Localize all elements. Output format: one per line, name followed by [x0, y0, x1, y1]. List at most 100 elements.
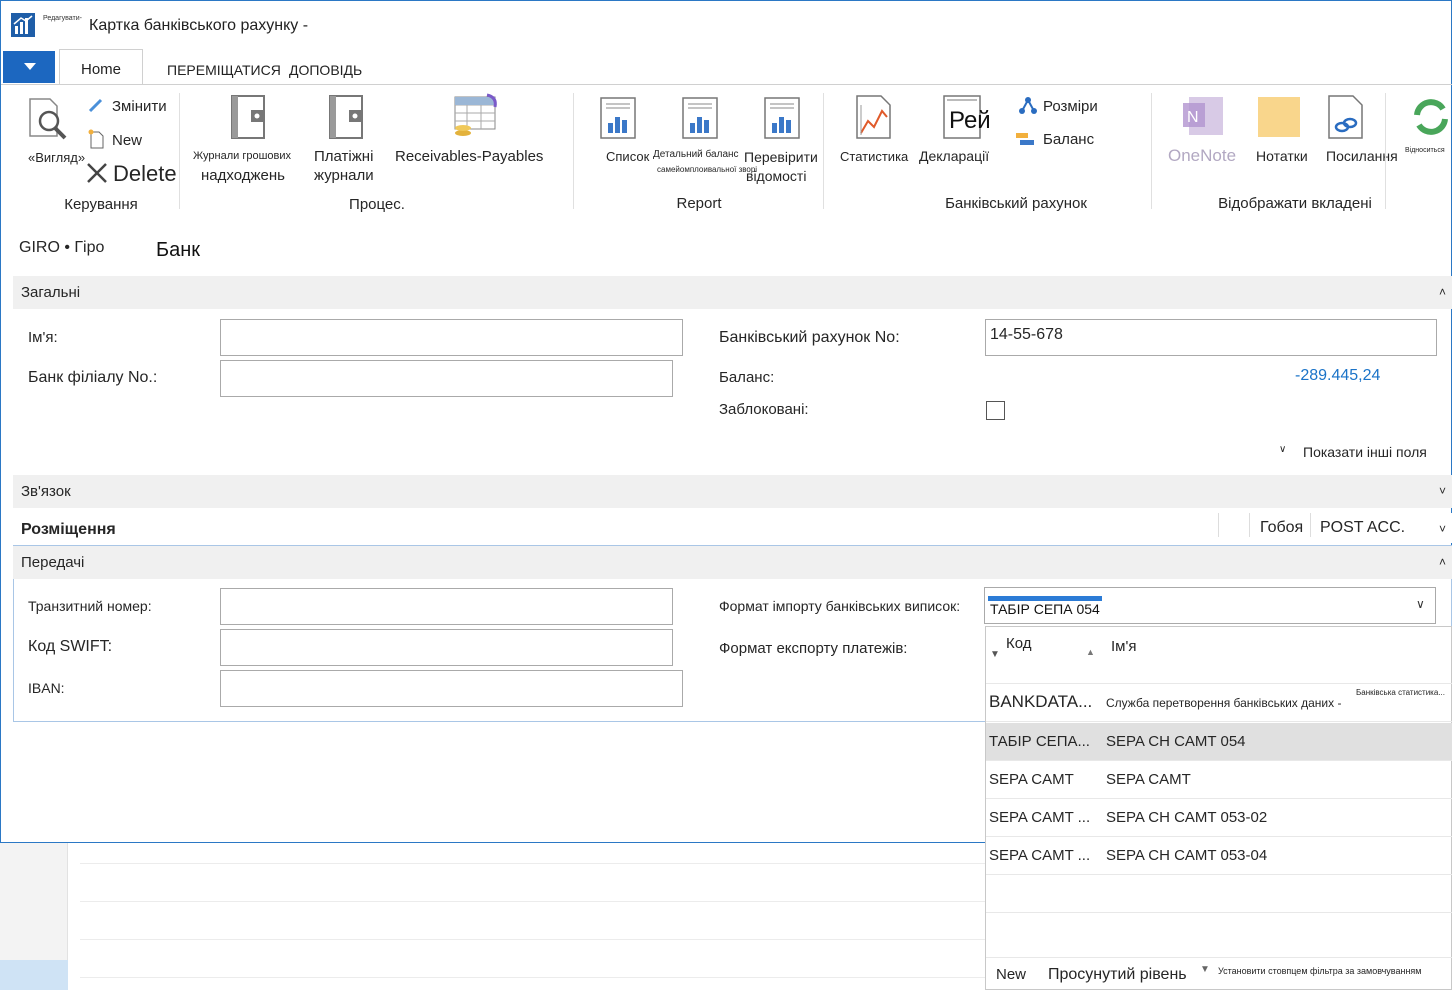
balance-icon	[1016, 131, 1040, 152]
ribbon-separator	[573, 93, 574, 209]
chevron-down-icon[interactable]: ˅	[1439, 513, 1446, 546]
swift-code-label: Код SWIFT:	[28, 638, 113, 655]
chevron-up-icon[interactable]: ˄	[1439, 276, 1446, 309]
section-communication-header[interactable]: Зв'язок ˅	[13, 475, 1452, 508]
dropdown-advanced-button[interactable]: Просунутий рівень	[1048, 966, 1187, 984]
tab-home[interactable]: Home	[59, 49, 143, 85]
section-general-title: Загальні	[21, 284, 81, 301]
refresh-button[interactable]: Відноситься	[1405, 147, 1445, 154]
balance-label: Баланс:	[719, 369, 775, 386]
check-statements-line1[interactable]: Перевірити	[744, 149, 818, 165]
detail-trial-balance-line2[interactable]: самейомплоивальної зворі	[657, 165, 757, 174]
balance-button[interactable]: Баланс	[1043, 131, 1094, 148]
tab-report[interactable]: ДОПОВІДЬ	[289, 62, 362, 78]
onenote-icon: N	[1181, 95, 1227, 144]
list-item[interactable]: SEPA CAMT SEPA CAMT	[986, 761, 1452, 799]
filter-icon: ▼	[1200, 964, 1210, 975]
posting-divider	[1310, 513, 1311, 537]
group-show-attached-label: Відображати вкладені	[1218, 195, 1372, 212]
new-button[interactable]: New	[112, 132, 142, 149]
record-code: GIRO • Гіро	[19, 239, 105, 256]
chevron-down-icon[interactable]: ∨	[1416, 597, 1425, 611]
filter-icon[interactable]: ▼	[990, 649, 1000, 660]
check-statements-line2[interactable]: відомості	[746, 168, 806, 184]
list-item-empty	[986, 913, 1452, 951]
receivables-payables-icon	[453, 93, 503, 146]
tab-navigate[interactable]: ПЕРЕМІЩАТИСЯ	[167, 62, 281, 78]
list-item-name: SEPA CH CAMT 053-02	[1106, 809, 1268, 826]
list-item-name: SEPA CH CAMT 054	[1106, 733, 1246, 750]
receivables-payables-button[interactable]: Receivables-Payables	[395, 148, 543, 165]
section-transfer-title: Передачі	[21, 554, 85, 571]
branch-no-label: Банк філіалу No.:	[28, 369, 158, 386]
section-posting-header[interactable]: Розміщення ˅	[13, 513, 1452, 543]
column-header-name[interactable]: Ім'я	[1111, 638, 1136, 655]
cash-receipt-journals-line2[interactable]: надходжень	[201, 167, 285, 184]
view-icon	[27, 97, 71, 146]
list-item[interactable]: BANKDATA... Служба перетворення банківсь…	[986, 684, 1452, 722]
swift-code-field[interactable]	[220, 629, 673, 666]
statements-button[interactable]: Декларації	[919, 148, 989, 164]
notes-button[interactable]: Нотатки	[1256, 148, 1308, 164]
blocked-checkbox[interactable]	[986, 401, 1005, 420]
cash-receipt-journal-icon	[229, 95, 269, 144]
detail-trial-balance-icon	[682, 97, 718, 144]
app-logo-icon	[11, 13, 35, 37]
onenote-button[interactable]: OneNote	[1168, 146, 1236, 166]
ribbon-divider	[1, 84, 1452, 85]
import-format-label: Формат імпорту банківських виписок:	[719, 598, 961, 614]
payment-journal-icon	[327, 95, 367, 144]
sort-ascending-icon[interactable]: ▲	[1086, 647, 1095, 657]
bank-account-no-field[interactable]: 14-55-678	[985, 319, 1437, 356]
ribbon-separator	[1385, 93, 1386, 209]
name-field[interactable]	[220, 319, 683, 356]
links-icon	[1328, 95, 1364, 144]
caret-down-icon	[24, 63, 36, 70]
section-posting-title: Розміщення	[21, 521, 116, 538]
list-item[interactable]: SEPA CAMT ... SEPA CH CAMT 053-02	[986, 799, 1452, 837]
show-more-fields-link[interactable]: Показати інші поля	[1303, 444, 1427, 460]
dimensions-button[interactable]: Розміри	[1043, 98, 1098, 115]
background-sidebar-selected	[0, 960, 68, 990]
list-item-code: ТАБІР СЕПА...	[989, 733, 1090, 750]
list-item-code: BANKDATA...	[989, 692, 1093, 711]
column-header-code[interactable]: Код	[1006, 635, 1032, 652]
links-button[interactable]: Посилання	[1326, 148, 1398, 164]
section-communication-title: Зв'язок	[21, 483, 71, 500]
chevron-down-icon[interactable]: ˅	[1439, 475, 1446, 508]
iban-field[interactable]	[220, 670, 683, 707]
posting-divider	[1218, 513, 1219, 537]
posting-group-summary: POST ACC.	[1320, 519, 1406, 536]
chevron-down-icon[interactable]: ∨	[1279, 444, 1286, 455]
set-default-filter-button[interactable]: Установити стовпцем фільтра за замовчува…	[1218, 966, 1422, 976]
group-bank-account-label: Банківський рахунок	[945, 195, 1087, 212]
delete-button[interactable]: Delete	[113, 161, 177, 187]
payment-journals-line2[interactable]: журнали	[314, 167, 374, 184]
pencil-icon	[88, 97, 104, 118]
chevron-up-icon[interactable]: ˄	[1439, 546, 1446, 579]
balance-value[interactable]: -289.445,24	[1295, 367, 1380, 385]
list-item-name: SEPA CH CAMT 053-04	[1106, 847, 1268, 864]
branch-no-field[interactable]	[220, 360, 673, 397]
payment-journals-line1[interactable]: Платіжні	[314, 148, 373, 165]
section-general-header[interactable]: Загальні ˄	[13, 276, 1452, 309]
list-item-selected[interactable]: ТАБІР СЕПА... SEPA CH CAMT 054	[986, 723, 1452, 761]
dropdown-new-button[interactable]: New	[996, 966, 1026, 983]
list-item[interactable]: SEPA CAMT ... SEPA CH CAMT 053-04	[986, 837, 1452, 875]
refresh-icon	[1411, 97, 1451, 142]
record-name: Банк	[156, 239, 201, 261]
statistics-icon	[856, 95, 892, 144]
section-transfer-header[interactable]: Передачі ˄	[13, 546, 1452, 579]
list-item-extra: Банківська статистика...	[1356, 688, 1445, 697]
import-format-value[interactable]: ТАБІР СЕПА 054	[988, 596, 1102, 617]
detail-trial-balance-line1[interactable]: Детальний баланс	[653, 149, 739, 160]
statistics-button[interactable]: Статистика	[840, 149, 908, 164]
list-report-button[interactable]: Список	[606, 149, 649, 164]
cash-receipt-journals-line1[interactable]: Журнали грошових	[193, 150, 291, 162]
group-report-label: Report	[676, 195, 722, 212]
file-menu-button[interactable]	[3, 51, 55, 83]
blocked-label: Заблоковані:	[719, 401, 809, 418]
edit-button[interactable]: Змінити	[112, 98, 167, 115]
transit-no-field[interactable]	[220, 588, 673, 625]
view-button[interactable]: «Вигляд»	[28, 150, 85, 165]
